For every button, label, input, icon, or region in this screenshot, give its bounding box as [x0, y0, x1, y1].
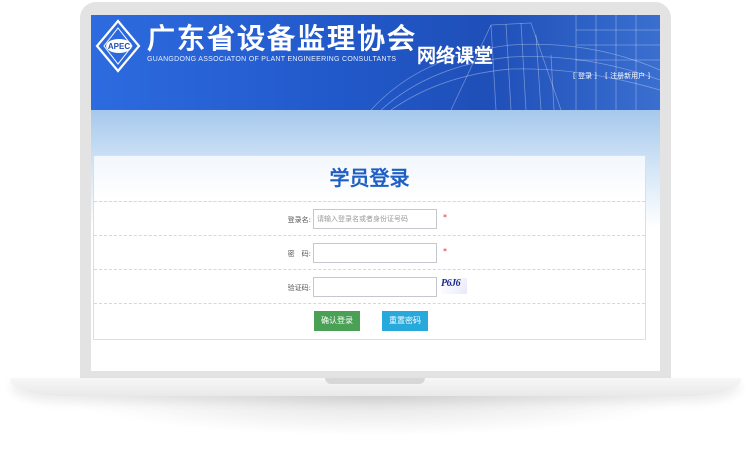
required-mark: * [443, 213, 447, 222]
login-panel: 学员登录 登录名: * 密 码: * 验证码: P6J6 确认登录 重置密码 [93, 155, 646, 340]
password-row: 密 码: * [94, 236, 645, 270]
password-input[interactable] [313, 243, 437, 263]
confirm-login-button[interactable]: 确认登录 [314, 311, 360, 331]
laptop-screen: APEC 广东省设备监理协会 GUANGDONG ASSOCIATON OF P… [91, 15, 660, 371]
login-link[interactable]: [ 登录 ] [573, 72, 597, 80]
laptop-shadow [60, 396, 691, 436]
page-title: 学员登录 [329, 166, 410, 190]
org-name-cn: 广东省设备监理协会 [147, 22, 418, 55]
org-name-en: GUANGDONG ASSOCIATON OF PLANT ENGINEERIN… [147, 56, 397, 63]
laptop-base [10, 378, 741, 396]
header-banner: APEC 广东省设备监理协会 GUANGDONG ASSOCIATON OF P… [91, 15, 660, 110]
username-input[interactable] [313, 209, 437, 229]
apec-logo-icon: APEC [95, 19, 141, 73]
panel-title-row: 学员登录 [94, 156, 645, 202]
captcha-input[interactable] [313, 277, 437, 297]
username-label: 登录名: [287, 216, 311, 224]
header-links: [ 登录 ] [ 注册新用户 ] [573, 71, 656, 81]
password-label: 密 码: [287, 250, 311, 258]
required-mark: * [443, 247, 447, 256]
username-row: 登录名: * [94, 202, 645, 236]
laptop-notch [325, 378, 425, 384]
reset-password-button[interactable]: 重置密码 [382, 311, 428, 331]
logo-text: APEC [108, 42, 130, 51]
captcha-image[interactable]: P6J6 [441, 278, 467, 294]
captcha-row: 验证码: P6J6 [94, 270, 645, 304]
captcha-label: 验证码: [287, 284, 311, 292]
online-classroom-label: 网络课堂 [417, 45, 494, 67]
register-link[interactable]: [ 注册新用户 ] [605, 72, 650, 80]
